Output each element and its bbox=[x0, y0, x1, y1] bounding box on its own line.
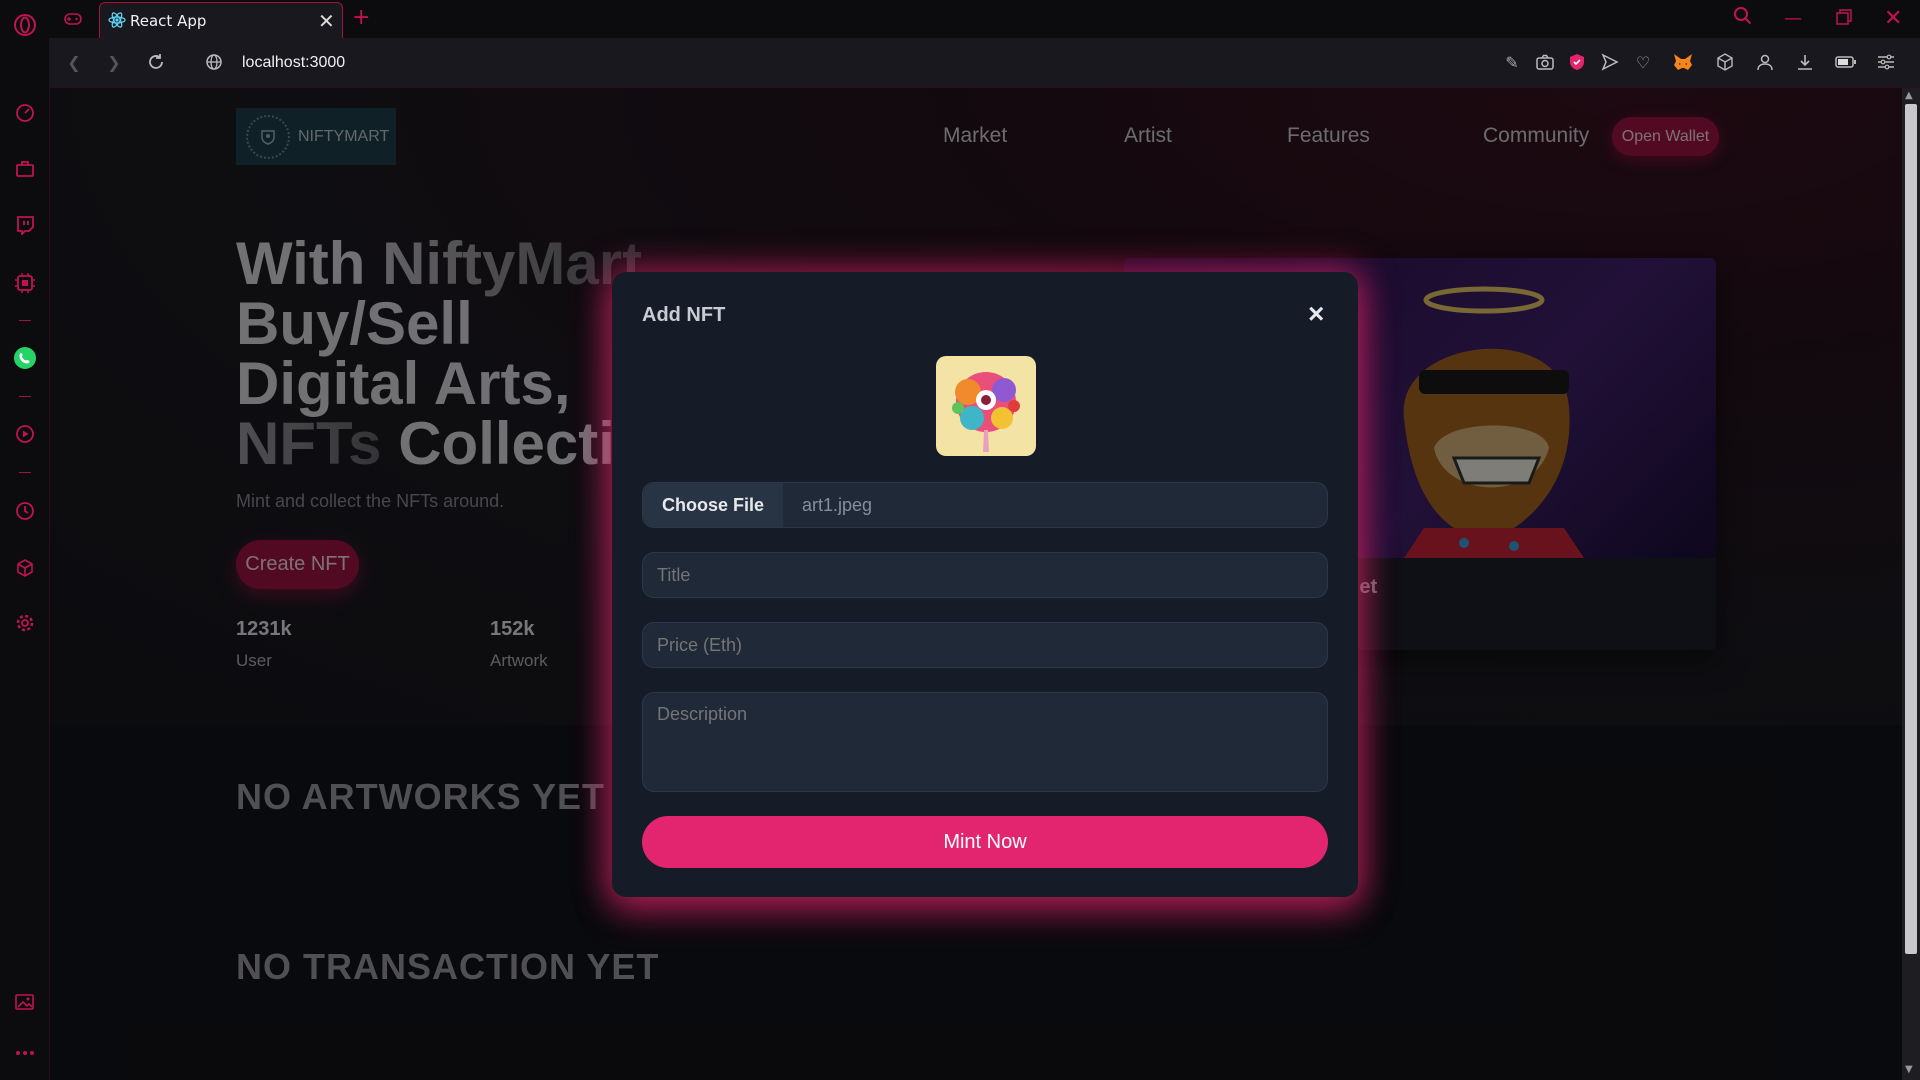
speed-dial-icon[interactable] bbox=[12, 100, 38, 126]
minimize-icon[interactable]: — bbox=[1784, 8, 1802, 29]
metamask-icon[interactable] bbox=[1672, 51, 1694, 73]
scroll-up-icon[interactable]: ▲ bbox=[1905, 90, 1913, 101]
react-logo-icon bbox=[108, 11, 126, 33]
battery-icon[interactable] bbox=[1835, 51, 1857, 73]
chip-icon[interactable] bbox=[12, 270, 38, 296]
globe-icon[interactable] bbox=[203, 51, 225, 73]
sidebar-separator bbox=[19, 396, 31, 397]
add-nft-modal: Add NFT × Choose File art1.jpeg Mint Now bbox=[612, 272, 1358, 897]
cube-icon[interactable] bbox=[12, 555, 38, 581]
scrollbar-thumb[interactable] bbox=[1905, 104, 1917, 954]
url-input[interactable] bbox=[240, 49, 1144, 77]
tab-react-app[interactable]: React App ✕ bbox=[99, 2, 343, 38]
sidebar-separator bbox=[19, 472, 31, 473]
edit-icon[interactable]: ✎ bbox=[1501, 51, 1523, 73]
heart-icon[interactable]: ♡ bbox=[1632, 51, 1654, 73]
briefcase-icon[interactable] bbox=[12, 156, 38, 182]
restore-icon[interactable] bbox=[1835, 8, 1853, 30]
close-window-icon[interactable]: ✕ bbox=[1884, 6, 1902, 31]
reload-icon[interactable] bbox=[145, 51, 167, 73]
title-input[interactable] bbox=[642, 552, 1328, 598]
modal-title: Add NFT bbox=[642, 304, 726, 326]
forward-icon[interactable]: ❯ bbox=[103, 51, 125, 73]
more-icon[interactable] bbox=[12, 1040, 38, 1066]
price-input[interactable] bbox=[642, 622, 1328, 668]
tab-title: React App bbox=[130, 12, 207, 30]
description-textarea[interactable] bbox=[642, 692, 1328, 792]
menu-icon[interactable] bbox=[1875, 51, 1897, 73]
file-input[interactable]: Choose File art1.jpeg bbox=[642, 482, 1328, 528]
selected-file-name: art1.jpeg bbox=[802, 494, 873, 515]
gamepad-icon[interactable] bbox=[62, 8, 84, 30]
whatsapp-icon[interactable] bbox=[12, 345, 38, 371]
mint-now-button[interactable]: Mint Now bbox=[642, 816, 1328, 868]
download-icon[interactable] bbox=[1794, 51, 1816, 73]
opera-logo-icon[interactable] bbox=[12, 12, 38, 38]
search-icon[interactable] bbox=[1733, 6, 1753, 30]
modal-close-icon[interactable]: × bbox=[1308, 298, 1324, 330]
scroll-down-icon[interactable]: ▼ bbox=[1905, 1064, 1913, 1075]
choose-file-button[interactable]: Choose File bbox=[643, 483, 784, 527]
send-icon[interactable] bbox=[1599, 51, 1621, 73]
account-icon[interactable] bbox=[1754, 51, 1776, 73]
settings-icon[interactable] bbox=[12, 610, 38, 636]
address-bar: ❮ ❯ ✎ ♡ bbox=[49, 38, 1920, 88]
camera-icon[interactable] bbox=[1534, 51, 1556, 73]
history-icon[interactable] bbox=[12, 498, 38, 524]
twitch-icon[interactable] bbox=[12, 212, 38, 238]
gallery-icon[interactable] bbox=[12, 989, 38, 1015]
box-icon[interactable] bbox=[1714, 51, 1736, 73]
new-tab-icon[interactable]: + bbox=[352, 5, 370, 30]
shield-icon[interactable] bbox=[1566, 51, 1588, 73]
close-tab-icon[interactable]: ✕ bbox=[318, 9, 335, 33]
nft-preview-image bbox=[936, 356, 1036, 456]
browser-sidebar bbox=[0, 0, 50, 1080]
play-icon[interactable] bbox=[12, 421, 38, 447]
sidebar-separator bbox=[19, 320, 31, 321]
back-icon[interactable]: ❮ bbox=[63, 51, 85, 73]
